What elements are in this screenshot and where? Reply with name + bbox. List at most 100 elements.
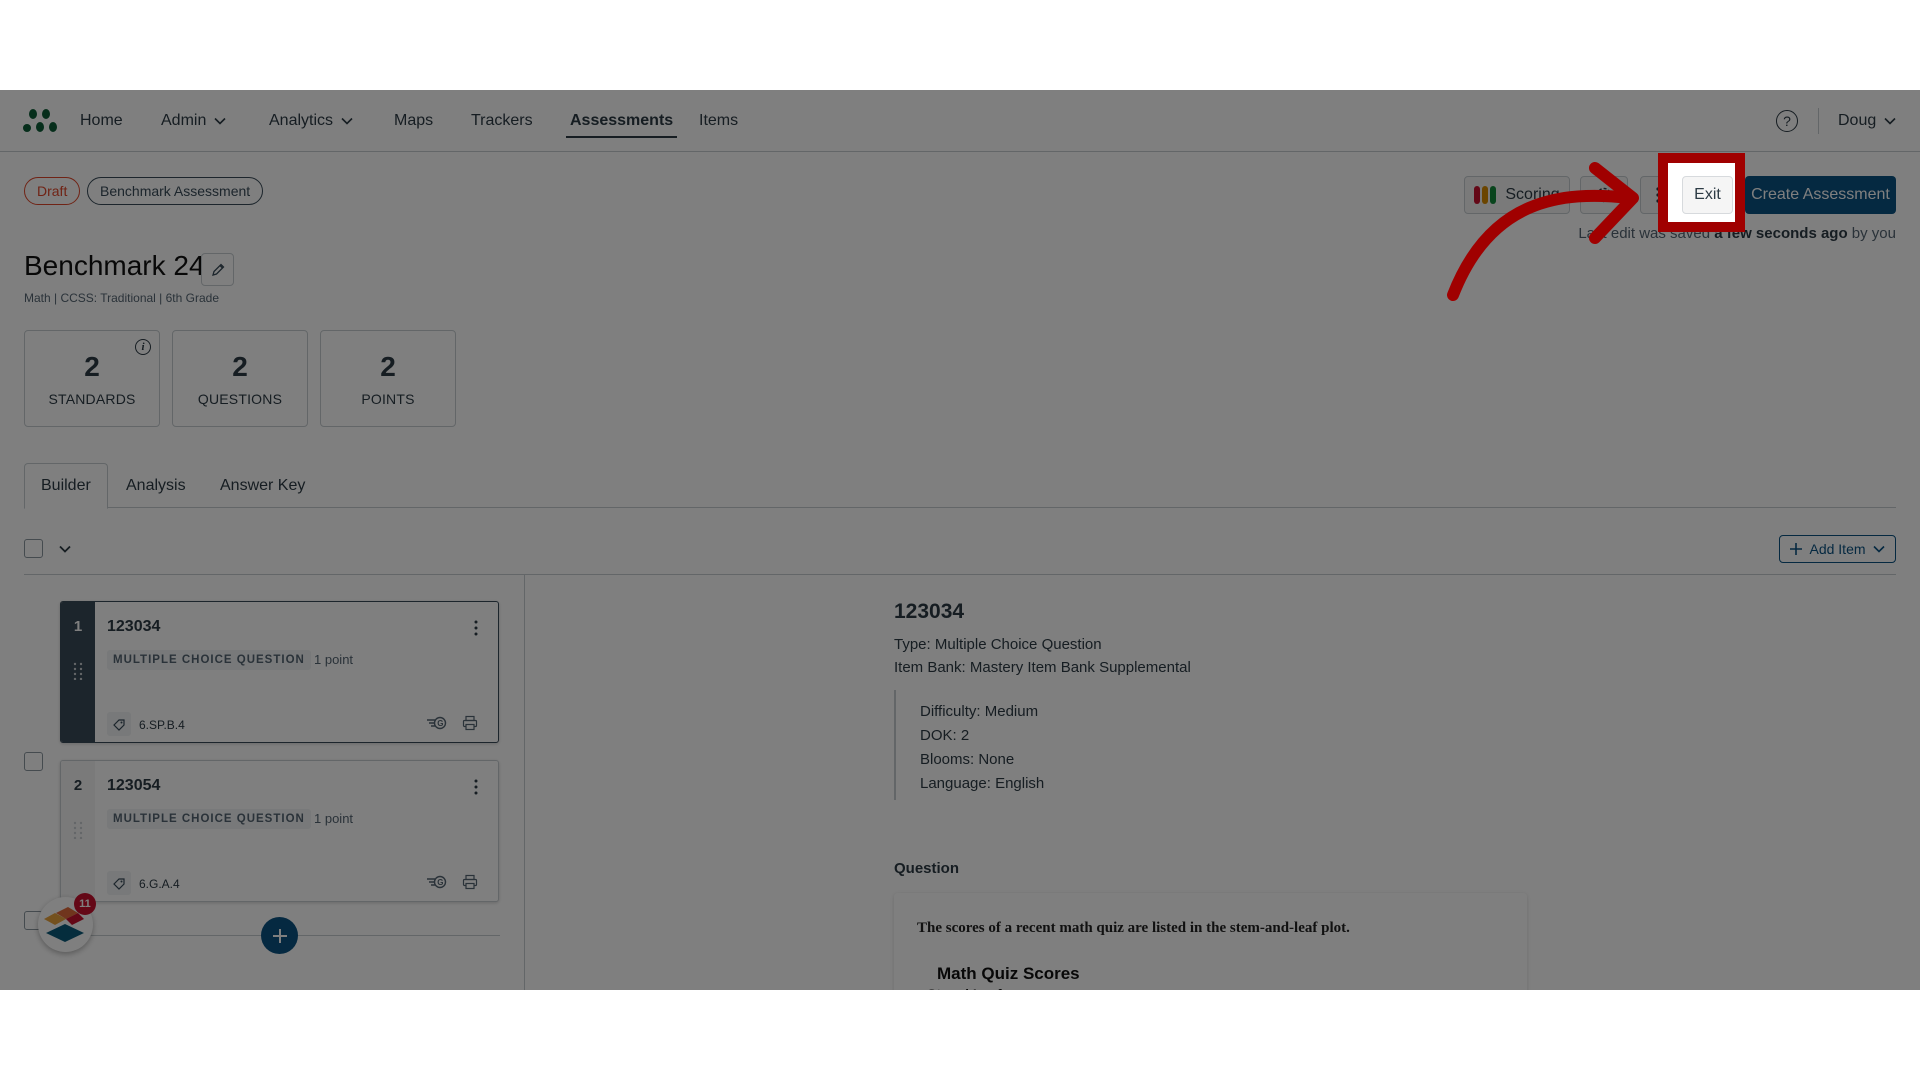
scoring-button[interactable]: Scoring (1464, 176, 1570, 214)
nav-maps-label: Maps (394, 112, 434, 129)
guide-icon[interactable]: G (426, 716, 448, 730)
saved-suffix: by you (1847, 225, 1896, 242)
tab-analysis[interactable]: Analysis (110, 463, 202, 508)
stat-label: STANDARDS (48, 391, 136, 407)
tag-icon[interactable] (107, 871, 131, 895)
plus-icon (272, 928, 287, 943)
nav-items[interactable]: Items (699, 90, 738, 152)
stat-points: 2 POINTS (320, 330, 456, 427)
nav-maps[interactable]: Maps (394, 90, 433, 152)
assessment-type-badge: Benchmark Assessment (87, 177, 264, 205)
question-text: The scores of a recent math quiz are lis… (917, 920, 1350, 936)
meta-difficulty: Difficulty: Medium (920, 703, 1039, 720)
pencil-icon (211, 263, 224, 276)
nav-divider (1818, 108, 1819, 134)
tab-bar: Builder Analysis Answer Key (24, 463, 1896, 509)
detail-title: 123034 (894, 600, 965, 623)
item-type-badge: MULTIPLE CHOICE QUESTION (107, 650, 311, 670)
nav-home-label: Home (80, 112, 123, 129)
print-icon[interactable] (462, 874, 478, 890)
user-name: Doug (1838, 112, 1877, 129)
assessment-subtitle: Math | CCSS: Traditional | 6th Grade (24, 291, 219, 305)
item-index: 1 (73, 618, 83, 635)
stat-value: 2 (232, 351, 248, 382)
plot-title: Math Quiz Scores (937, 964, 1080, 983)
app-window: Home Admin Analytics Maps Trackers Asses… (0, 90, 1920, 990)
help-icon[interactable]: ? (1776, 110, 1798, 132)
scoring-bars-icon (1474, 186, 1497, 204)
kebab-icon[interactable] (474, 779, 478, 795)
stat-value: 2 (380, 351, 396, 382)
nav-assessments-label: Assessments (570, 112, 674, 129)
chevron-down-icon[interactable] (58, 542, 72, 556)
nav-trackers-label: Trackers (471, 112, 533, 129)
plus-icon (1790, 543, 1803, 555)
tab-answer-key[interactable]: Answer Key (204, 463, 321, 508)
plot-header: Stem | Leaf (927, 986, 1002, 990)
item-standard: 6.G.A.4 (139, 877, 180, 891)
divider (24, 574, 1896, 575)
kebab-icon[interactable] (474, 620, 478, 636)
settings-button[interactable] (1580, 176, 1628, 214)
svg-text:G: G (437, 719, 443, 728)
nav-assessments[interactable]: Assessments (565, 90, 678, 152)
meta-dok: DOK: 2 (920, 727, 970, 744)
meta-language: Language: English (920, 775, 1045, 792)
guide-icon[interactable]: G (426, 875, 448, 889)
chevron-down-icon (1872, 545, 1885, 553)
item-checkbox[interactable] (24, 752, 43, 771)
nav-admin-label: Admin (161, 112, 207, 129)
chevron-down-icon (214, 117, 226, 125)
detail-item-bank: Item Bank: Mastery Item Bank Supplementa… (894, 659, 1191, 676)
exit-button[interactable]: Exit (1682, 176, 1733, 214)
nav-items-label: Items (699, 112, 739, 129)
detail-type: Type: Multiple Choice Question (894, 636, 1102, 653)
nav-home[interactable]: Home (80, 90, 123, 152)
edit-title-button[interactable] (201, 253, 234, 286)
add-item-button[interactable]: Add Item (1779, 535, 1896, 563)
item-points: 1 point (314, 652, 354, 667)
tab-builder[interactable]: Builder (24, 463, 108, 509)
kebab-icon (1656, 187, 1660, 203)
item-standard: 6.SP.B.4 (139, 718, 185, 732)
chevron-down-icon (1884, 117, 1896, 125)
item-type-badge: MULTIPLE CHOICE QUESTION (107, 809, 311, 829)
panel-divider (524, 574, 525, 990)
nav-analytics[interactable]: Analytics (269, 90, 354, 152)
stat-questions: 2 QUESTIONS (172, 330, 308, 427)
select-all-checkbox[interactable] (24, 539, 43, 558)
info-icon[interactable]: i (135, 339, 151, 355)
item-card[interactable]: 2 123054 MULTIPLE CHOICE QUESTION 1 poin… (60, 760, 499, 902)
item-id: 123054 (107, 777, 161, 794)
create-assessment-button[interactable]: Create Assessment (1745, 176, 1896, 214)
stat-label: POINTS (361, 391, 415, 407)
gear-icon (1596, 187, 1612, 203)
stat-standards: i 2 STANDARDS (24, 330, 160, 427)
stat-value: 2 (84, 351, 100, 382)
item-points: 1 point (314, 811, 354, 826)
user-menu[interactable]: Doug (1838, 90, 1897, 152)
brand-logo[interactable] (22, 108, 60, 134)
svg-text:G: G (437, 878, 443, 887)
print-icon[interactable] (462, 715, 478, 731)
nav-trackers[interactable]: Trackers (471, 90, 533, 152)
detail-metadata: Difficulty: Medium DOK: 2 Blooms: None L… (894, 690, 1191, 800)
item-detail: 123034 Type: Multiple Choice Question It… (894, 600, 1191, 800)
meta-blooms: Blooms: None (920, 751, 1015, 768)
chevron-down-icon (341, 117, 353, 125)
add-question-button[interactable] (261, 917, 298, 954)
page-title: Benchmark 24 (24, 250, 205, 281)
notification-count-badge: 11 (74, 893, 96, 915)
question-heading: Question (894, 860, 960, 877)
nav-admin[interactable]: Admin (161, 90, 227, 152)
stat-label: QUESTIONS (197, 391, 283, 407)
add-item-label: Add Item (1809, 541, 1866, 557)
status-badge: Draft (24, 177, 81, 205)
item-id: 123034 (107, 618, 161, 635)
drag-handle-icon[interactable] (73, 821, 83, 839)
scoring-label: Scoring (1505, 186, 1560, 203)
top-nav: Home Admin Analytics Maps Trackers Asses… (0, 90, 1920, 152)
drag-handle-icon[interactable] (73, 662, 83, 680)
item-card[interactable]: 1 123034 MULTIPLE CHOICE QUESTION 1 poin… (60, 601, 499, 743)
tag-icon[interactable] (107, 712, 131, 736)
